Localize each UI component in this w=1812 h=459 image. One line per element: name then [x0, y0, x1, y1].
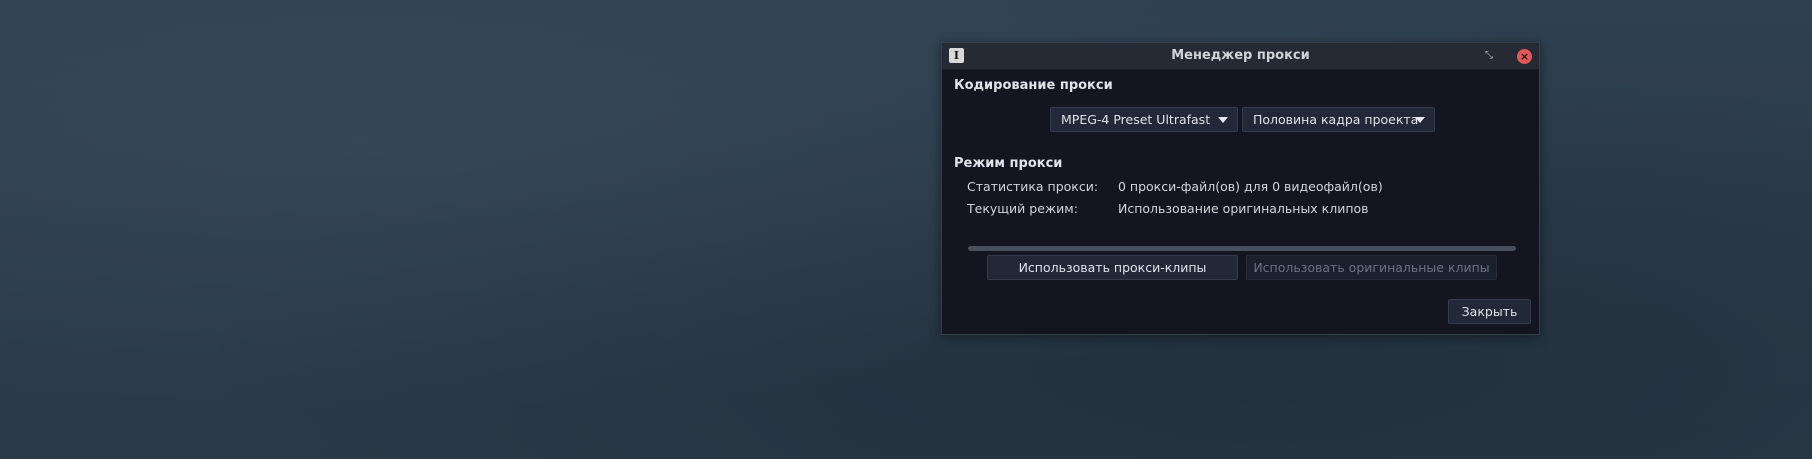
preset-dropdown-value: MPEG-4 Preset Ultrafast — [1061, 112, 1211, 127]
stats-label: Статистика прокси: — [967, 179, 1099, 194]
resolution-dropdown-value: Половина кадра проекта — [1253, 112, 1419, 127]
progress-bar — [968, 246, 1516, 251]
close-button[interactable]: Закрыть — [1448, 299, 1531, 324]
window-title: Менеджер прокси — [1171, 48, 1310, 63]
use-original-button[interactable]: Использовать оригинальные клипы — [1246, 255, 1497, 280]
desktop-background — [0, 0, 1812, 459]
proxy-manager-dialog: 𝐈 Менеджер прокси ⤡ × Кодирование прокси… — [941, 42, 1540, 335]
stats-value: 0 прокси-файл(ов) для 0 видеофайл(ов) — [1118, 179, 1383, 194]
mode-section-label: Режим прокси — [954, 156, 1063, 171]
chevron-down-icon — [1218, 117, 1228, 123]
resolution-dropdown[interactable]: Половина кадра проекта — [1242, 107, 1435, 132]
use-proxy-button[interactable]: Использовать прокси-клипы — [987, 255, 1238, 280]
current-mode-value: Использование оригинальных клипов — [1118, 201, 1369, 216]
close-icon[interactable]: × — [1517, 49, 1532, 64]
restore-icon[interactable]: ⤡ — [1482, 49, 1496, 63]
titlebar[interactable]: 𝐈 Менеджер прокси ⤡ × — [942, 43, 1539, 70]
app-icon: 𝐈 — [949, 48, 964, 63]
current-mode-label: Текущий режим: — [967, 201, 1078, 216]
chevron-down-icon — [1415, 117, 1425, 123]
preset-dropdown[interactable]: MPEG-4 Preset Ultrafast — [1050, 107, 1238, 132]
encoding-section-label: Кодирование прокси — [954, 78, 1113, 93]
